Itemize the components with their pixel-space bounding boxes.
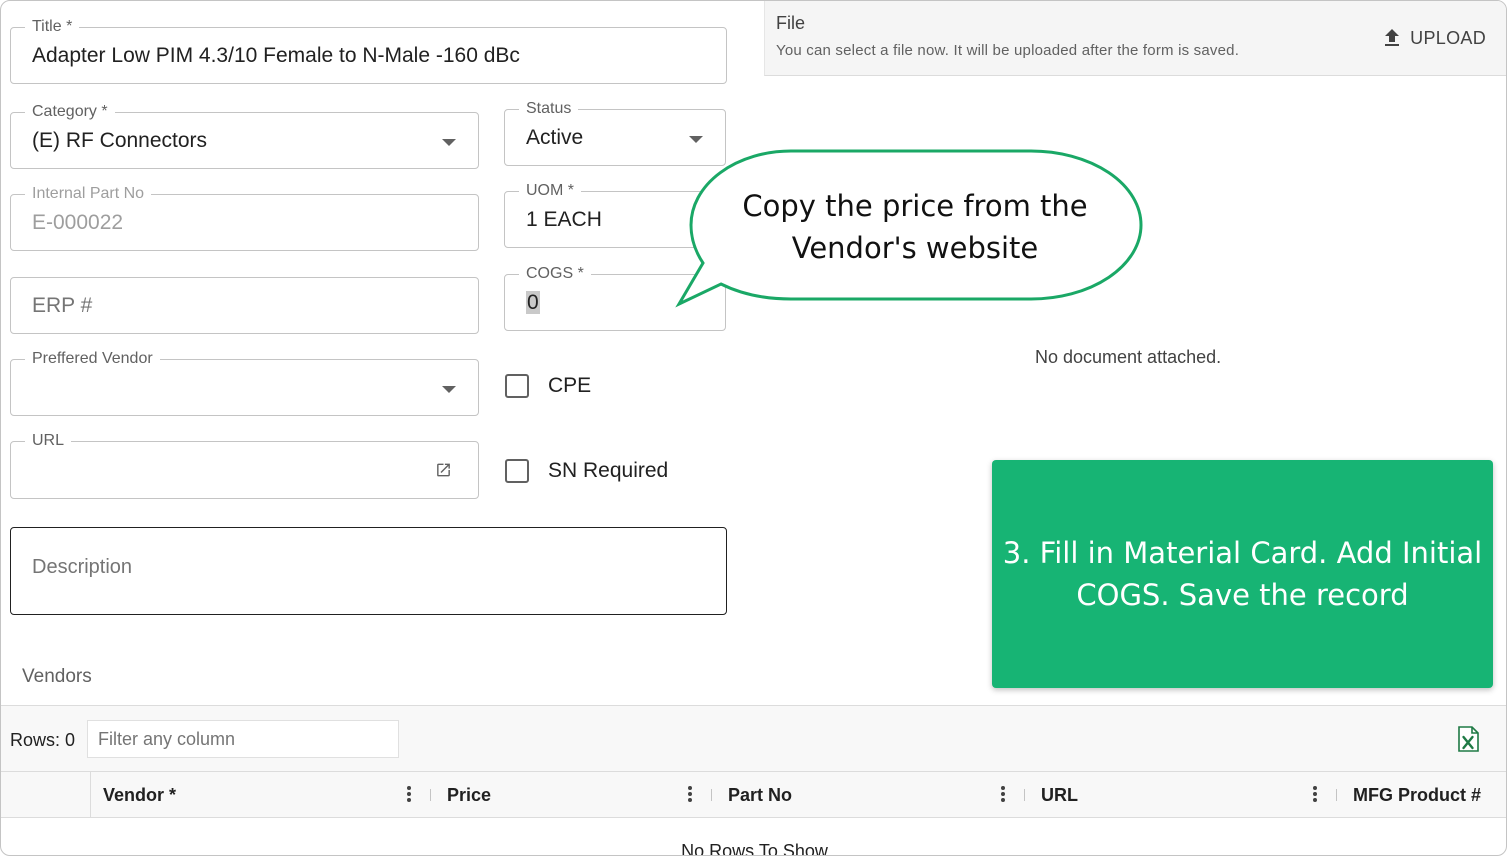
category-value: (E) RF Connectors <box>32 128 208 152</box>
sn-required-checkbox-row[interactable]: SN Required <box>505 459 668 483</box>
file-title: File <box>776 13 806 33</box>
url-label: URL <box>25 431 72 451</box>
vertical-dots-icon[interactable] <box>1312 784 1318 806</box>
preferred-vendor-select[interactable]: Preffered Vendor <box>10 349 479 416</box>
column-header-mfg-product[interactable]: MFG Product # <box>1353 772 1481 818</box>
uom-label: UOM * <box>519 181 581 201</box>
vertical-dots-icon[interactable] <box>687 784 693 806</box>
column-separator[interactable] <box>711 789 712 801</box>
url-field[interactable]: URL <box>10 431 479 499</box>
description-placeholder: Description <box>32 556 133 578</box>
status-label: Status <box>519 99 579 119</box>
file-panel: File You can select a file now. It will … <box>764 1 1506 76</box>
title-value: Adapter Low PIM 4.3/10 Female to N-Male … <box>32 43 520 67</box>
excel-export-icon[interactable] <box>1457 726 1479 752</box>
cpe-checkbox-row[interactable]: CPE <box>505 374 591 398</box>
description-field[interactable]: Description <box>10 527 727 615</box>
internal-part-no-label: Internal Part No <box>25 184 152 204</box>
sn-required-checkbox[interactable] <box>505 459 529 483</box>
material-card-form: Title * Adapter Low PIM 4.3/10 Female to… <box>0 0 1507 856</box>
caret-down-icon <box>442 138 456 146</box>
upload-label: UPLOAD <box>1410 27 1486 48</box>
erp-placeholder: ERP # <box>32 293 93 317</box>
column-header-part-no[interactable]: Part No <box>728 772 792 818</box>
column-separator[interactable] <box>430 789 431 801</box>
status-value: Active <box>526 125 584 149</box>
cogs-value: 0 <box>526 290 540 314</box>
category-select[interactable]: Category * (E) RF Connectors <box>10 102 479 169</box>
category-label: Category * <box>25 102 115 122</box>
vendors-title: Vendors <box>22 666 92 687</box>
cogs-value-wrap: 0 <box>526 290 540 315</box>
column-header-vendor[interactable]: Vendor * <box>103 772 176 818</box>
cpe-checkbox[interactable] <box>505 374 529 398</box>
column-separator[interactable] <box>1336 789 1337 801</box>
internal-part-no-field: Internal Part No E-000022 <box>10 184 479 251</box>
no-rows-text: No Rows To Show <box>681 841 828 856</box>
instruction-text: 3. Fill in Material Card. Add Initial CO… <box>1002 536 1483 612</box>
row-selector-column <box>1 772 91 818</box>
internal-part-no-value: E-000022 <box>32 210 124 234</box>
vertical-dots-icon[interactable] <box>406 784 412 806</box>
callout-text: Copy the price from the Vendor's website <box>742 189 1088 265</box>
cpe-label: CPE <box>548 374 592 397</box>
column-label: MFG Product # <box>1353 784 1482 805</box>
column-label: URL <box>1041 784 1078 805</box>
column-header-url[interactable]: URL <box>1041 772 1078 818</box>
title-label: Title * <box>25 17 80 37</box>
cogs-label: COGS * <box>519 264 591 284</box>
column-header-price[interactable]: Price <box>447 772 491 818</box>
upload-icon <box>1385 29 1400 46</box>
file-hint: You can select a file now. It will be up… <box>776 42 1240 59</box>
column-separator[interactable] <box>1024 789 1025 801</box>
filter-input[interactable] <box>87 720 399 758</box>
open-in-new-icon[interactable] <box>435 462 452 479</box>
title-field[interactable]: Title * Adapter Low PIM 4.3/10 Female to… <box>10 17 727 84</box>
no-document-text: No document attached. <box>1035 347 1222 367</box>
column-label: Vendor * <box>103 784 177 805</box>
column-label: Part No <box>728 784 793 805</box>
vendors-toolbar: Rows: 0 <box>1 705 1506 772</box>
uom-value: 1 EACH <box>526 207 602 231</box>
erp-field[interactable]: ERP # <box>10 277 479 334</box>
sn-required-label: SN Required <box>548 459 669 482</box>
vendors-grid-header: Vendor * Price Part No URL MFG Product # <box>1 772 1506 818</box>
column-label: Price <box>447 784 492 805</box>
preferred-vendor-label: Preffered Vendor <box>25 349 160 369</box>
instruction-note: 3. Fill in Material Card. Add Initial CO… <box>992 460 1493 688</box>
caret-down-icon <box>442 385 456 393</box>
vertical-dots-icon[interactable] <box>1000 784 1006 806</box>
upload-button[interactable]: UPLOAD <box>1380 26 1486 50</box>
rows-count: Rows: 0 <box>10 730 76 750</box>
